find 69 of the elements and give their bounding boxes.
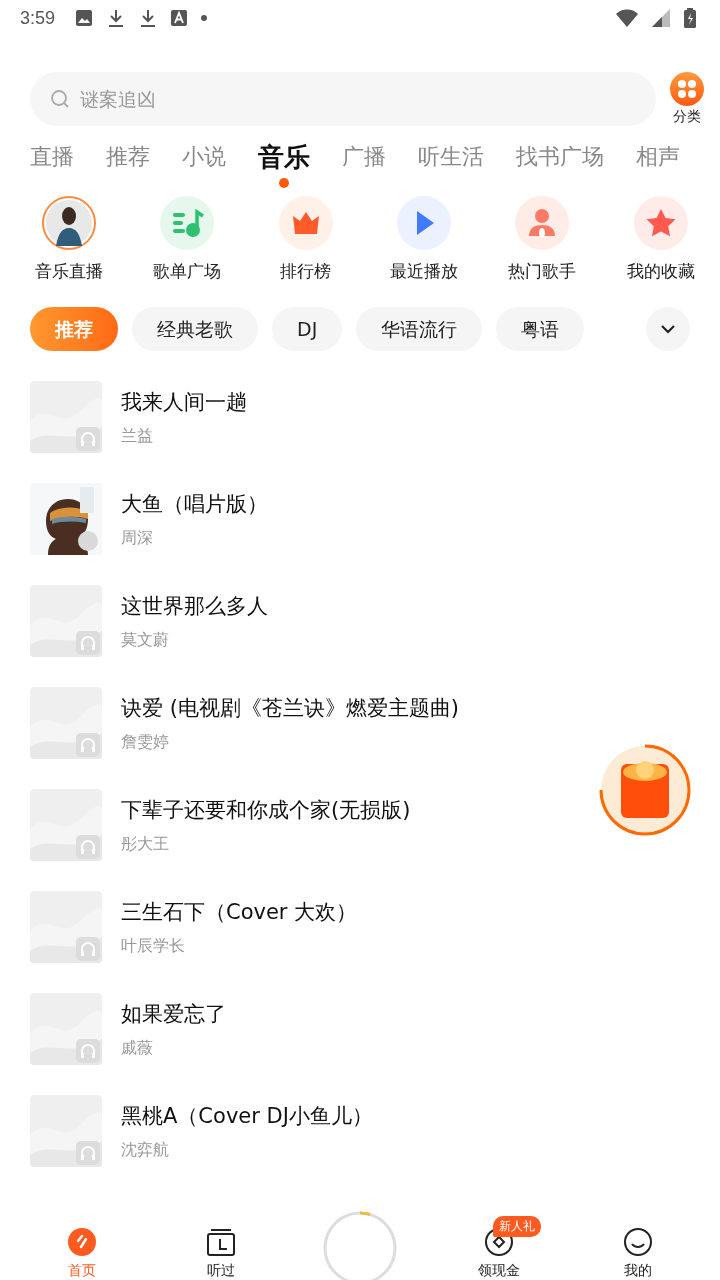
cover-placeholder <box>30 891 102 963</box>
home-icon <box>67 1228 96 1256</box>
artist-name: 兰益 <box>121 425 154 447</box>
wifi-icon <box>616 9 638 27</box>
genre-chip[interactable]: DJ <box>272 307 343 351</box>
battery-icon <box>684 8 696 28</box>
song-title[interactable]: 大鱼（唱片版） <box>121 489 268 518</box>
shortcut-label[interactable]: 最近播放 <box>390 260 459 283</box>
cover-placeholder <box>30 381 102 453</box>
playlist-icon[interactable] <box>160 196 215 250</box>
avatar-icon[interactable] <box>42 196 97 250</box>
signal-icon <box>652 9 670 27</box>
artist-name: 沈弈航 <box>121 1139 170 1161</box>
artist-name: 叶辰学长 <box>121 935 186 957</box>
singer-icon[interactable] <box>515 196 570 250</box>
nav-tab[interactable]: 听过 <box>165 1214 276 1280</box>
category-tab[interactable]: 广播 <box>342 140 386 174</box>
song-title[interactable]: 下辈子还要和你成个家(无损版) <box>121 795 411 824</box>
artist-name: 戚薇 <box>121 1037 154 1059</box>
smile-icon <box>624 1228 653 1256</box>
chevron-down-icon <box>660 324 676 334</box>
play-icon[interactable] <box>397 196 452 250</box>
active-dot <box>279 178 289 188</box>
nav-tab[interactable]: 我的 <box>583 1214 694 1280</box>
artist-name: 莫文蔚 <box>121 629 170 651</box>
song-title[interactable]: 这世界那么多人 <box>121 591 268 620</box>
dot-icon <box>201 15 208 21</box>
font-icon <box>171 10 188 26</box>
category-tab[interactable]: 小说 <box>182 140 226 174</box>
cover-placeholder <box>30 789 102 861</box>
download-icon <box>139 9 158 27</box>
status-time: 3:59 <box>20 7 56 29</box>
artist-name: 詹雯婷 <box>121 731 170 753</box>
cover-placeholder <box>30 993 102 1065</box>
search-icon <box>50 89 70 109</box>
song-title[interactable]: 我来人间一趟 <box>121 387 247 416</box>
new-user-badge: 新人礼 <box>493 1216 542 1237</box>
category-tab[interactable]: 推荐 <box>106 140 150 174</box>
shortcut-label[interactable]: 歌单广场 <box>153 260 222 283</box>
song-title[interactable]: 三生石下（Cover 大欢） <box>121 897 358 926</box>
download-icon <box>107 9 126 27</box>
cover-placeholder <box>30 585 102 657</box>
category-tab[interactable]: 音乐 <box>258 140 310 174</box>
category-button[interactable]: 分类 <box>670 72 704 126</box>
genre-chip[interactable]: 粤语 <box>496 307 585 351</box>
image-icon <box>75 9 94 27</box>
category-tab[interactable]: 直播 <box>30 140 74 174</box>
shortcut-label[interactable]: 排行榜 <box>280 260 332 283</box>
cover-placeholder <box>30 1095 102 1167</box>
artist-name: 周深 <box>121 527 154 549</box>
song-title[interactable]: 黑桃A（Cover DJ小鱼儿） <box>121 1101 373 1130</box>
clock-icon <box>206 1228 235 1256</box>
shortcut-label[interactable]: 热门歌手 <box>508 260 577 283</box>
song-title[interactable]: 诀爱 (电视剧《苍兰诀》燃爱主题曲) <box>121 693 460 722</box>
nav-tab[interactable]: 新人礼 领现金 <box>444 1214 555 1280</box>
category-tab[interactable]: 找书广场 <box>516 140 604 174</box>
gift-envelope-icon[interactable] <box>599 744 691 836</box>
artist-name: 彤大王 <box>121 833 170 855</box>
genre-chip[interactable]: 经典老歌 <box>132 307 258 351</box>
genre-chip[interactable]: 华语流行 <box>356 307 483 351</box>
crown-icon[interactable] <box>278 196 333 250</box>
category-tab[interactable]: 听生活 <box>418 140 484 174</box>
grid-icon <box>670 72 704 106</box>
shortcut-label[interactable]: 我的收藏 <box>626 260 695 283</box>
search-field[interactable]: 谜案追凶 <box>30 72 656 126</box>
category-tab[interactable]: 相声 <box>636 140 680 174</box>
song-title[interactable]: 如果爱忘了 <box>121 999 226 1028</box>
cover-placeholder <box>30 687 102 759</box>
shortcut-label[interactable]: 音乐直播 <box>35 260 104 283</box>
